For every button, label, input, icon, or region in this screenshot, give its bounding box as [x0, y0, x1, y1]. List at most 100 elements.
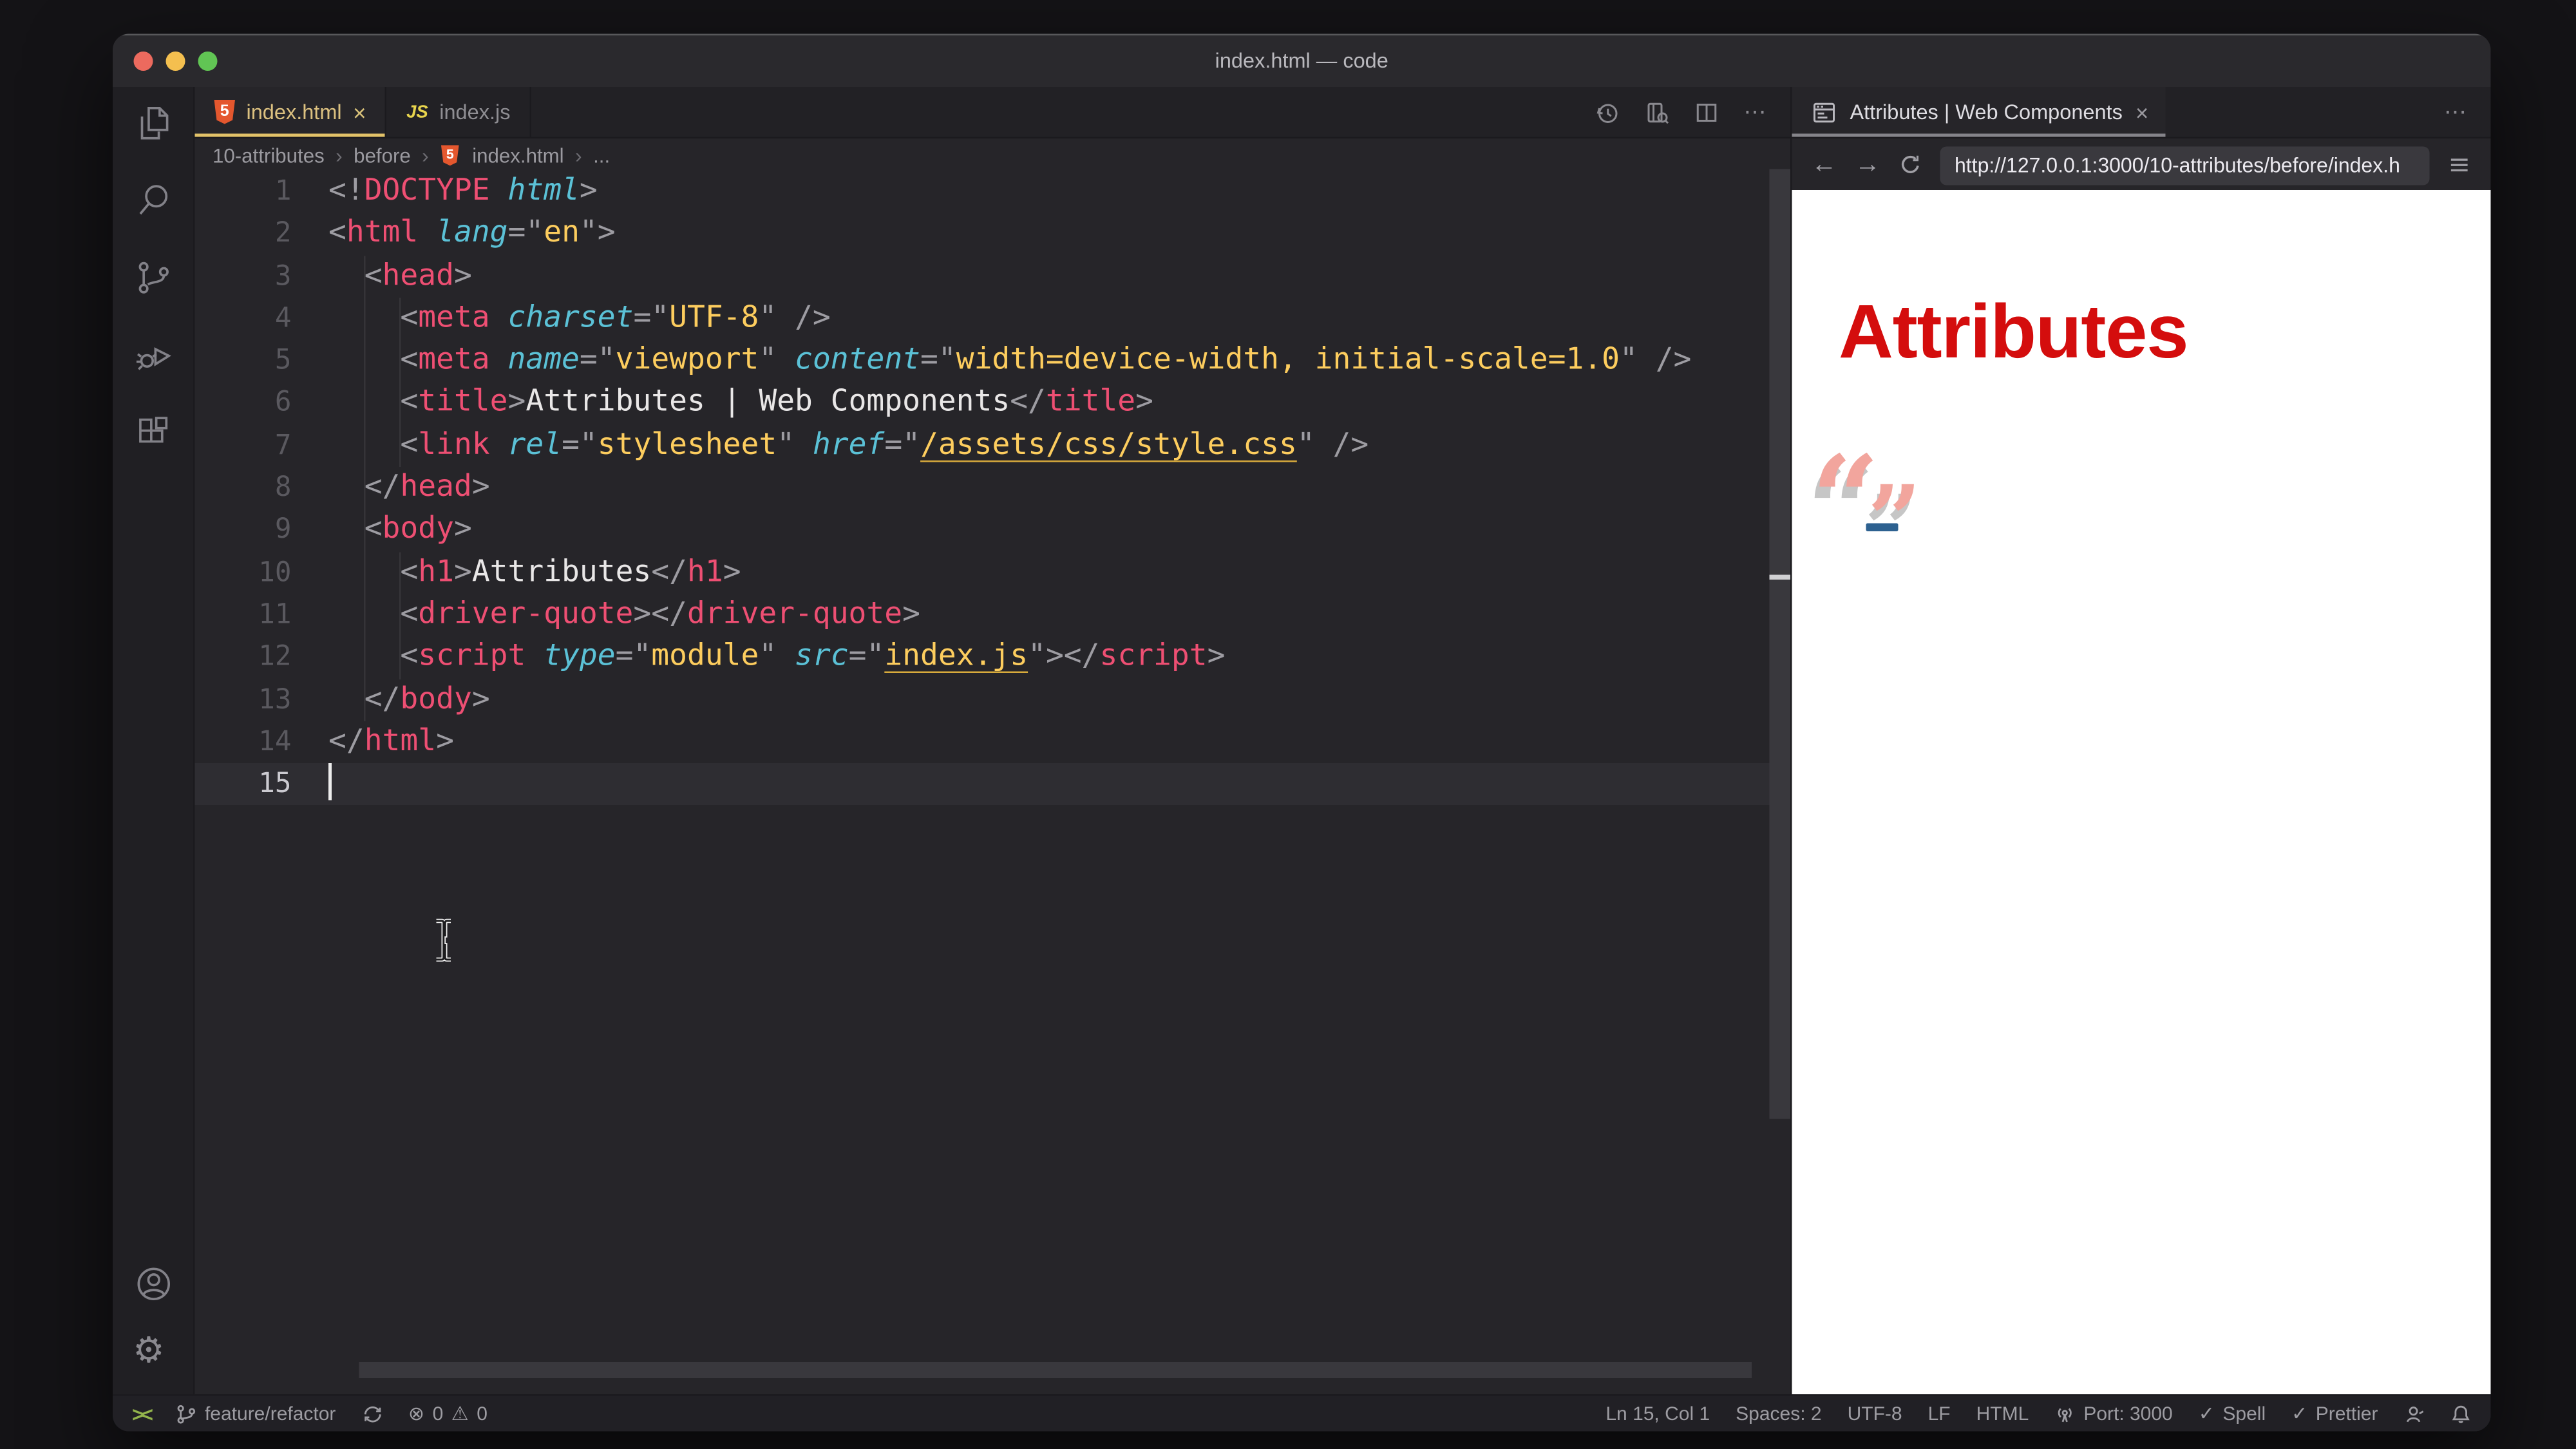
js-file-icon: JS: [406, 102, 428, 122]
line-content: <meta charset="UTF-8" />: [328, 301, 831, 335]
open-changes-icon[interactable]: [1644, 99, 1670, 125]
main-area: ⚙ 5 index.html × JS index.js ⋯ 10-attrib…: [113, 87, 2491, 1396]
code-line[interactable]: 5 <meta name="viewport" content="width=d…: [195, 340, 1770, 383]
breadcrumb-folder[interactable]: 10-attributes: [213, 144, 325, 167]
encoding[interactable]: UTF-8: [1848, 1403, 1902, 1425]
code-line[interactable]: 6 <title>Attributes | Web Components</ti…: [195, 383, 1770, 425]
code-line[interactable]: 15: [194, 763, 1770, 806]
warning-count: 0: [477, 1402, 488, 1425]
line-number: 3: [274, 260, 292, 292]
breadcrumb-separator: ›: [575, 144, 582, 167]
feedback-item[interactable]: [2404, 1403, 2425, 1425]
menu-hamburger-icon[interactable]: [2447, 153, 2472, 178]
breadcrumb-symbol[interactable]: ...: [593, 144, 610, 167]
line-number: 4: [274, 302, 292, 335]
prettier-label: Prettier: [2315, 1402, 2378, 1425]
indent-guide: [399, 298, 401, 468]
code-editor[interactable]: 1 <!DOCTYPE html> 2 <html lang="en"> 3 <head…: [194, 171, 1770, 1396]
code-line[interactable]: 12 <script type="module" src="index.js">…: [195, 636, 1770, 679]
extensions-icon[interactable]: [133, 412, 173, 453]
text-caret: [328, 763, 332, 800]
line-number: 10: [258, 556, 292, 589]
account-icon[interactable]: [133, 1264, 173, 1305]
html5-file-icon: 5: [441, 145, 460, 166]
git-branch-item[interactable]: feature/refactor: [176, 1403, 336, 1425]
code-line[interactable]: 13 </body>: [195, 679, 1770, 721]
check-icon: ✓: [2291, 1402, 2308, 1425]
run-debug-icon[interactable]: [133, 335, 173, 375]
spell-checker[interactable]: ✓ Spell: [2199, 1403, 2266, 1425]
code-line[interactable]: 10 <h1>Attributes</h1>: [195, 552, 1770, 594]
indentation[interactable]: Spaces: 2: [1736, 1403, 1821, 1425]
line-content: <script type="module" src="index.js"></s…: [328, 639, 1226, 674]
prettier-formatter[interactable]: ✓ Prettier: [2291, 1403, 2378, 1425]
search-icon[interactable]: [133, 180, 173, 221]
code-line[interactable]: 1 <!DOCTYPE html>: [195, 171, 1770, 213]
activity-bar: ⚙: [113, 87, 195, 1396]
vertical-scrollbar[interactable]: [1769, 169, 1790, 1119]
line-content: </body>: [328, 681, 490, 716]
cursor-position[interactable]: Ln 15, Col 1: [1605, 1403, 1710, 1425]
broadcast-icon: [2058, 1407, 2072, 1422]
code-line[interactable]: 7 <link rel="stylesheet" href="/assets/c…: [195, 424, 1770, 467]
close-tab-icon[interactable]: ×: [353, 99, 366, 125]
breadcrumb-file[interactable]: index.html: [472, 144, 564, 167]
code-line[interactable]: 11 <driver-quote></driver-quote>: [195, 594, 1770, 636]
tab-index-js[interactable]: JS index.js: [387, 87, 531, 137]
close-preview-icon[interactable]: ×: [2136, 99, 2148, 125]
line-number: 1: [274, 175, 292, 208]
back-icon[interactable]: ←: [1812, 151, 1837, 178]
language-mode[interactable]: HTML: [1976, 1403, 2029, 1425]
code-line[interactable]: 8 </head>: [195, 467, 1770, 509]
line-content: <h1>Attributes</h1>: [328, 554, 741, 589]
horizontal-scrollbar[interactable]: [359, 1362, 1752, 1378]
url-input[interactable]: http://127.0.0.1:3000/10-attributes/befo…: [1940, 146, 2430, 185]
preview-more-actions-icon[interactable]: ⋯: [2444, 99, 2491, 126]
feedback-person-icon: [2406, 1405, 2424, 1422]
preview-tab[interactable]: Attributes | Web Components ×: [1792, 87, 2165, 137]
line-number: 7: [274, 429, 292, 462]
indent-guide: [399, 551, 401, 679]
line-content: </head>: [328, 470, 490, 504]
code-line[interactable]: 3 <head>: [195, 255, 1770, 298]
remote-indicator[interactable]: ><: [132, 1401, 153, 1426]
explorer-icon[interactable]: [133, 103, 173, 144]
tab-label: index.html: [246, 100, 342, 124]
vscode-window: index.html — code ⚙ 5 index.html × JS in…: [113, 33, 2491, 1432]
sync-item[interactable]: [361, 1403, 383, 1425]
title-bar[interactable]: index.html — code: [113, 33, 2491, 89]
code-line[interactable]: 14 </html>: [195, 721, 1770, 764]
notifications-item[interactable]: [2450, 1403, 2472, 1425]
reload-icon[interactable]: [1899, 153, 1923, 178]
tab-label: index.js: [439, 100, 511, 124]
line-content: <driver-quote></driver-quote>: [328, 597, 920, 631]
split-editor-icon[interactable]: [1694, 99, 1719, 125]
source-control-icon[interactable]: [133, 258, 173, 298]
live-server-port[interactable]: Port: 3000: [2054, 1403, 2173, 1425]
check-icon: ✓: [2198, 1402, 2215, 1425]
close-quote-glyph: ”: [1868, 465, 1922, 575]
code-line[interactable]: 4 <meta charset="UTF-8" />: [195, 298, 1770, 340]
settings-gear-icon[interactable]: ⚙: [133, 1332, 173, 1374]
line-content: <body>: [328, 512, 472, 547]
browser-preview-panel: Attributes | Web Components × ⋯ ← → http…: [1790, 87, 2491, 1396]
eol-sequence[interactable]: LF: [1928, 1403, 1951, 1425]
problems-item[interactable]: ⊗ 0 ⚠ 0: [408, 1403, 488, 1425]
more-actions-icon[interactable]: ⋯: [1744, 99, 1768, 126]
forward-icon[interactable]: →: [1855, 151, 1880, 178]
page-heading: Attributes: [1839, 288, 2189, 374]
tab-index-html[interactable]: 5 index.html ×: [194, 87, 388, 137]
line-number: 5: [274, 345, 292, 377]
quote-underline-dash: [1866, 523, 1899, 531]
status-right: Ln 15, Col 1 Spaces: 2 UTF-8 LF HTML Por…: [1605, 1403, 2471, 1425]
spell-label: Spell: [2222, 1402, 2266, 1425]
line-number: 9: [274, 514, 292, 547]
screen: index.html — code ⚙ 5 index.html × JS in…: [0, 0, 2576, 1449]
code-line[interactable]: 9 <body>: [195, 509, 1770, 552]
line-number: 11: [258, 598, 292, 631]
code-line[interactable]: 2 <html lang="en">: [195, 213, 1770, 256]
breadcrumb-folder[interactable]: before: [354, 144, 411, 167]
html5-file-icon: 5: [214, 100, 235, 124]
breadcrumb[interactable]: 10-attributes › before › 5 index.html › …: [195, 138, 1791, 173]
timeline-history-icon[interactable]: [1594, 99, 1620, 125]
